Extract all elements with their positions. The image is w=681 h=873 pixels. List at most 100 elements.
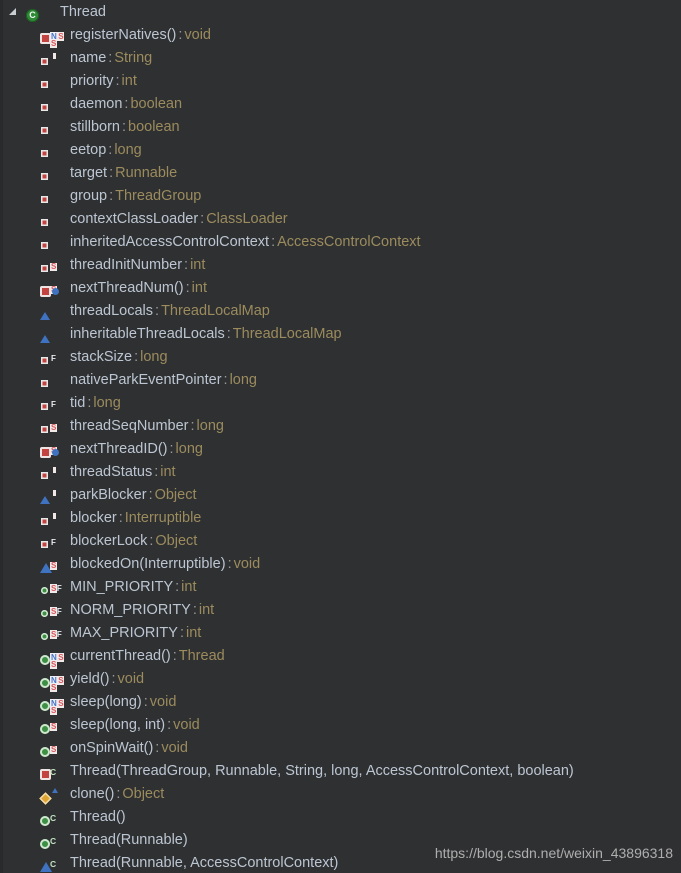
member-type-label: long <box>229 371 257 388</box>
tree-row-member[interactable]: inheritableThreadLocals: ThreadLocalMap <box>0 322 681 345</box>
tree-row-member[interactable]: N S Ssleep(long): void <box>0 690 681 715</box>
tree-row-member[interactable]: threadStatus: int <box>0 460 681 483</box>
tree-row-member[interactable]: C Thread() <box>0 805 681 828</box>
tree-row-member[interactable]: blocker: Interruptible <box>0 506 681 529</box>
tree-row-member[interactable]: parkBlocker: Object <box>0 483 681 506</box>
tree-row-member[interactable]: N S Syield(): void <box>0 667 681 692</box>
member-badge-group: SF <box>50 625 62 641</box>
member-name-label: sleep(long, int) <box>70 716 166 733</box>
package-private-method-icon: C <box>40 855 66 872</box>
tree-row-member[interactable]: SthreadInitNumber: int <box>0 253 681 276</box>
member-type-separator: : <box>184 256 189 273</box>
tree-row-member[interactable]: SF NORM_PRIORITY: int <box>0 598 681 621</box>
member-type-separator: : <box>154 463 159 480</box>
member-type-label: long <box>196 417 224 434</box>
public-method-icon: S <box>40 740 66 757</box>
private-field-icon <box>40 211 66 227</box>
private-field-icon: F <box>40 349 66 365</box>
member-name-label: threadSeqNumber <box>70 417 189 434</box>
member-type-separator: : <box>111 670 116 687</box>
tree-row-member[interactable]: Ssleep(long, int): void <box>0 713 681 736</box>
member-badge-group: F <box>50 533 56 549</box>
member-badge-group: S <box>50 740 57 756</box>
tree-row-member[interactable]: nativeParkEventPointer: long <box>0 368 681 391</box>
member-type-label: int <box>121 72 137 89</box>
public-method-icon: NSS <box>40 671 66 692</box>
tree-row-member[interactable]: priority: int <box>0 69 681 92</box>
tree-row-member[interactable]: SblockedOn(Interruptible): void <box>0 552 681 575</box>
member-name-label: clone() <box>70 785 115 802</box>
member-name-label: MIN_PRIORITY <box>70 578 174 595</box>
private-field-icon <box>40 50 66 66</box>
tree-row-member[interactable]: inheritedAccessControlContext: AccessCont… <box>0 230 681 253</box>
tree-row-member[interactable]: N S SregisterNatives(): void <box>0 23 681 48</box>
member-type-label: Object <box>155 532 198 549</box>
public-method-icon: C <box>40 809 66 826</box>
member-name-label: NORM_PRIORITY <box>70 601 191 618</box>
private-method-icon: S <box>40 280 66 297</box>
member-type-separator: : <box>124 95 129 112</box>
member-type-separator: : <box>155 739 160 756</box>
tree-row-class-thread[interactable]: Thread <box>0 0 681 23</box>
tree-row-member[interactable]: SthreadSeqNumber: long <box>0 414 681 437</box>
tree-row-member[interactable]: threadLocals: ThreadLocalMap <box>0 299 681 322</box>
member-name-label: nextThreadNum() <box>70 279 184 296</box>
member-type-label: boolean <box>130 95 183 112</box>
member-name-label: currentThread() <box>70 647 171 664</box>
member-name-label: tid <box>70 394 86 411</box>
structure-tool-window: ThreadNSSregisterNatives():voidname:Stri… <box>0 0 681 873</box>
constructor-badge-icon: C <box>50 812 56 823</box>
member-type-separator: : <box>179 624 184 641</box>
tree-row-member[interactable]: FblockerLock: Object <box>0 529 681 552</box>
member-badge-group: C <box>50 809 56 825</box>
tree-row-member[interactable]: group: ThreadGroup <box>0 184 681 207</box>
member-type-label: String <box>114 49 153 66</box>
member-type-label: boolean <box>128 118 180 135</box>
member-type-separator: : <box>172 647 177 664</box>
tree-row-member[interactable]: SonSpinWait(): void <box>0 736 681 759</box>
member-type-label: void <box>161 739 188 756</box>
private-field-icon <box>40 510 66 526</box>
member-name-label: yield() <box>70 670 110 687</box>
tree-row-member[interactable]: target: Runnable <box>0 161 681 184</box>
member-name-label: sleep(long) <box>70 693 142 710</box>
member-type-separator: : <box>134 348 139 365</box>
tree-row-member[interactable]: Ftid: long <box>0 391 681 414</box>
member-name-label: blockedOn(Interruptible) <box>70 555 226 572</box>
member-badge-group: F <box>50 349 56 365</box>
member-type-label: void <box>184 26 211 43</box>
member-badge-group: S <box>50 418 57 434</box>
tree-row-member[interactable]: contextClassLoader: ClassLoader <box>0 207 681 230</box>
tree-row-member[interactable]: SF MAX_PRIORITY: int <box>0 621 681 644</box>
tree-row-member[interactable]: name: String <box>0 46 681 69</box>
class-structure-tree[interactable]: ThreadNSSregisterNatives():voidname:Stri… <box>0 0 681 873</box>
tree-row-member[interactable]: FstackSize: long <box>0 345 681 368</box>
member-name-label: parkBlocker <box>70 486 147 503</box>
tree-row-member[interactable]: stillborn: boolean <box>0 115 681 138</box>
tree-row-member[interactable]: SF MIN_PRIORITY: int <box>0 575 681 598</box>
member-name-label: Thread() <box>70 808 126 825</box>
tree-row-member[interactable]: daemon: boolean <box>0 92 681 115</box>
collapse-triangle-icon[interactable] <box>4 0 20 23</box>
tree-row-member[interactable]: clone(): Object <box>0 782 681 805</box>
private-field-icon <box>40 234 66 250</box>
member-name-label: blocker <box>70 509 117 526</box>
public-field-icon: SF <box>40 625 66 641</box>
member-type-label: Object <box>154 486 197 503</box>
public-method-icon: NSS <box>40 648 66 669</box>
tree-row-member[interactable]: N S ScurrentThread(): Thread <box>0 644 681 669</box>
package-private-field-icon <box>40 326 66 343</box>
tree-row-member[interactable]: SnextThreadID():long <box>0 437 681 460</box>
tree-row-member[interactable]: SnextThreadNum():int <box>0 276 681 299</box>
tree-row-member[interactable]: eetop: long <box>0 138 681 161</box>
member-type-label: int <box>190 256 206 273</box>
package-private-field-icon <box>40 487 66 504</box>
member-type-separator: : <box>192 601 197 618</box>
member-type-label: AccessControlContext <box>277 233 421 250</box>
member-type-label: int <box>198 601 215 618</box>
static-final-badge-icon: SF <box>50 583 62 593</box>
tree-row-member[interactable]: C Thread(ThreadGroup, Runnable, String, l… <box>0 759 681 782</box>
constructor-badge-icon: C <box>50 835 56 846</box>
final-badge-icon: F <box>51 537 56 547</box>
member-type-label: int <box>191 279 207 296</box>
